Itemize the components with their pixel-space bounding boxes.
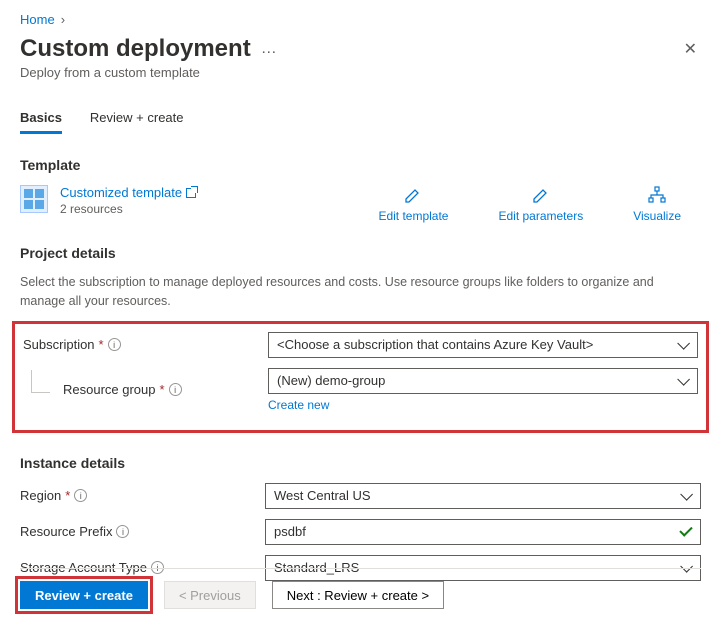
close-button[interactable]: ✕ bbox=[680, 35, 701, 63]
pencil-icon bbox=[531, 185, 551, 205]
subscription-value: <Choose a subscription that contains Azu… bbox=[277, 337, 593, 352]
page-subtitle: Deploy from a custom template bbox=[20, 65, 277, 80]
tabs: Basics Review + create bbox=[20, 110, 701, 135]
template-icon bbox=[20, 185, 48, 213]
visualize-button[interactable]: Visualize bbox=[633, 185, 681, 223]
info-icon[interactable]: i bbox=[74, 489, 87, 502]
region-select[interactable]: West Central US bbox=[265, 483, 701, 509]
region-value: West Central US bbox=[274, 488, 371, 503]
edit-parameters-button[interactable]: Edit parameters bbox=[498, 185, 583, 223]
diagram-icon bbox=[647, 185, 667, 205]
breadcrumb: Home › bbox=[20, 12, 701, 27]
edit-parameters-label: Edit parameters bbox=[498, 209, 583, 223]
region-label: Region bbox=[20, 488, 61, 503]
edit-template-button[interactable]: Edit template bbox=[378, 185, 448, 223]
create-new-link[interactable]: Create new bbox=[268, 398, 329, 412]
visualize-label: Visualize bbox=[633, 209, 681, 223]
tab-basics[interactable]: Basics bbox=[20, 110, 62, 134]
required-indicator: * bbox=[65, 488, 70, 503]
resource-prefix-label: Resource Prefix bbox=[20, 524, 112, 539]
review-create-button[interactable]: Review + create bbox=[20, 581, 148, 609]
section-project-details: Project details bbox=[20, 245, 701, 261]
previous-button: < Previous bbox=[164, 581, 256, 609]
info-icon[interactable]: i bbox=[108, 338, 121, 351]
check-icon bbox=[680, 530, 692, 533]
subscription-label: Subscription bbox=[23, 337, 95, 352]
subscription-select[interactable]: <Choose a subscription that contains Azu… bbox=[268, 332, 698, 358]
required-indicator: * bbox=[160, 382, 165, 397]
chevron-down-icon bbox=[677, 377, 689, 385]
resource-group-label: Resource group bbox=[63, 382, 156, 397]
resource-prefix-input[interactable]: psdbf bbox=[265, 519, 701, 545]
page-title: Custom deployment bbox=[20, 35, 251, 63]
more-actions-button[interactable]: … bbox=[261, 40, 277, 58]
section-instance-details: Instance details bbox=[20, 455, 701, 471]
project-details-description: Select the subscription to manage deploy… bbox=[20, 273, 701, 311]
tab-review-create[interactable]: Review + create bbox=[90, 110, 184, 134]
pencil-icon bbox=[403, 185, 423, 205]
required-indicator: * bbox=[99, 337, 104, 352]
customized-template-link[interactable]: Customized template bbox=[60, 185, 196, 200]
resource-group-value: (New) demo-group bbox=[277, 373, 385, 388]
breadcrumb-home[interactable]: Home bbox=[20, 12, 55, 27]
edit-template-label: Edit template bbox=[378, 209, 448, 223]
info-icon[interactable]: i bbox=[169, 383, 182, 396]
info-icon[interactable]: i bbox=[116, 525, 129, 538]
highlighted-region: Subscription * i <Choose a subscription … bbox=[12, 321, 709, 433]
footer: Review + create < Previous Next : Review… bbox=[20, 568, 701, 609]
external-link-icon bbox=[186, 188, 196, 198]
template-resources-count: 2 resources bbox=[60, 202, 196, 216]
customized-template-label: Customized template bbox=[60, 185, 182, 200]
chevron-down-icon bbox=[677, 341, 689, 349]
section-template: Template bbox=[20, 157, 701, 173]
chevron-down-icon bbox=[680, 492, 692, 500]
next-button[interactable]: Next : Review + create > bbox=[272, 581, 444, 609]
chevron-right-icon: › bbox=[61, 12, 65, 27]
resource-group-select[interactable]: (New) demo-group bbox=[268, 368, 698, 394]
resource-prefix-value: psdbf bbox=[274, 524, 306, 539]
